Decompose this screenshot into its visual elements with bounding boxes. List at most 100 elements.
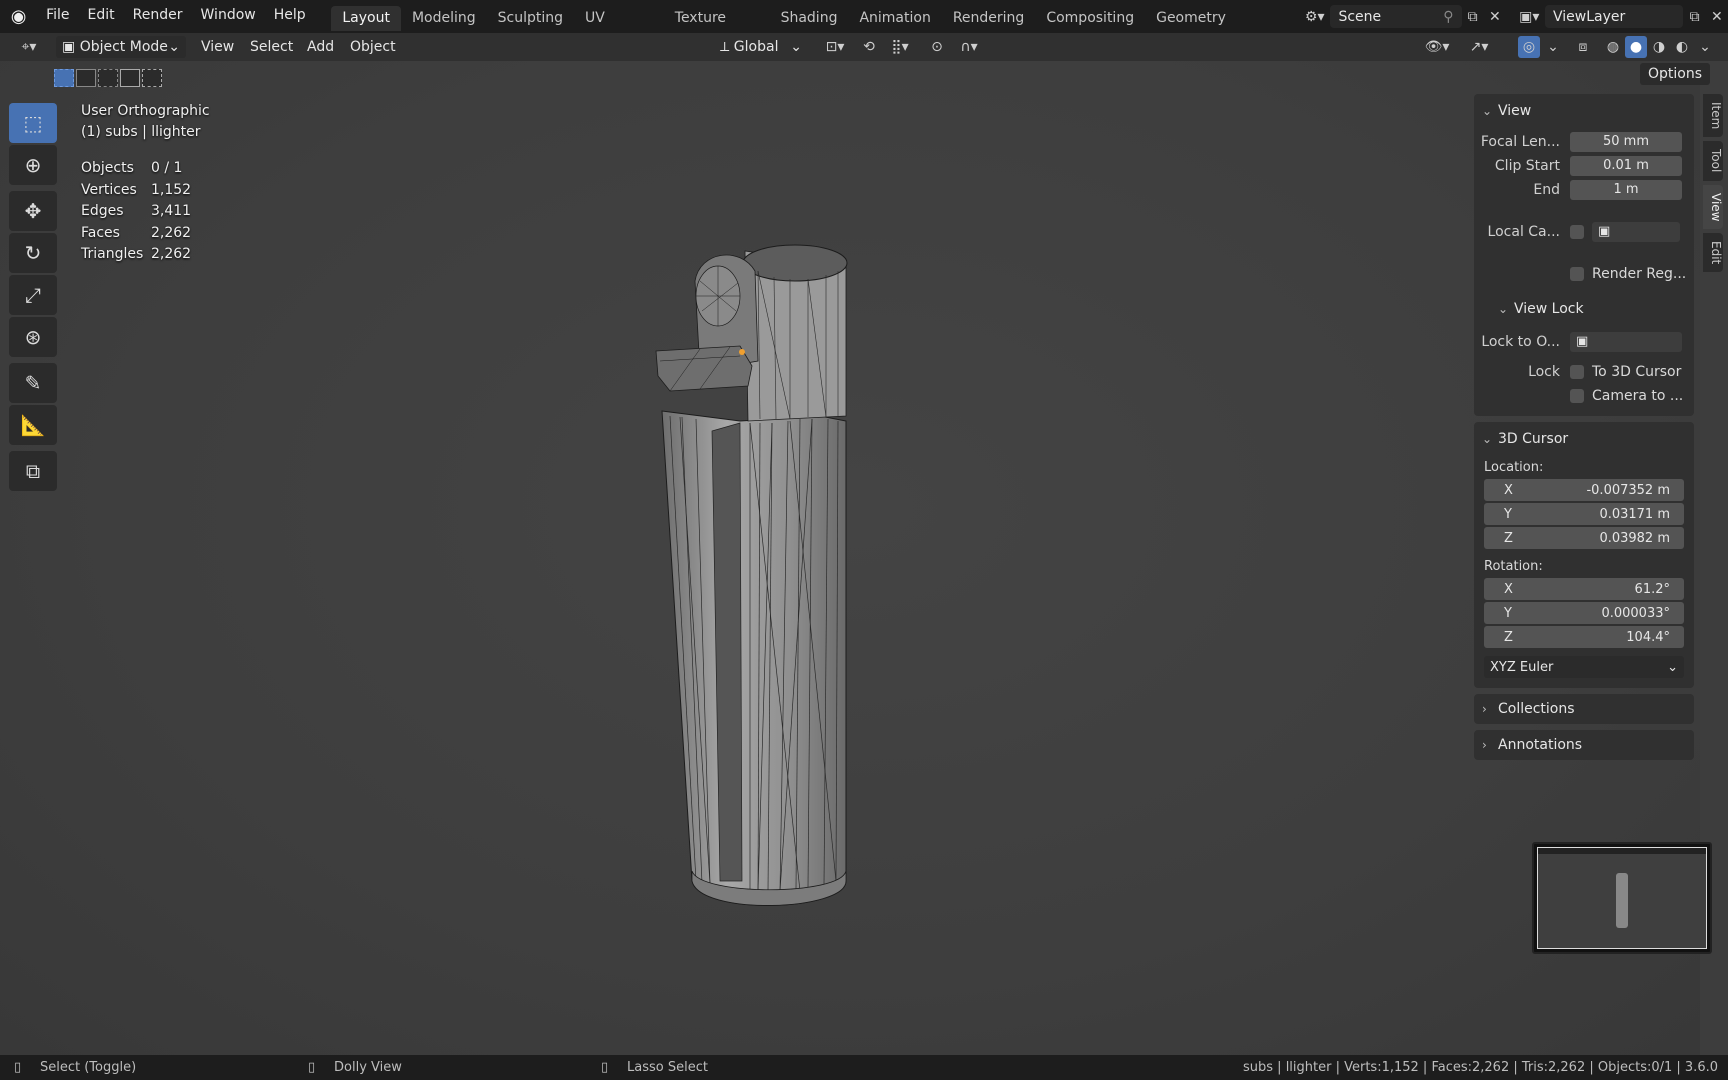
collections-header[interactable]: › Collections: [1474, 696, 1694, 722]
annotate-tool-icon[interactable]: ✎: [9, 363, 57, 403]
snap-target-icon[interactable]: ⣿▾: [882, 36, 918, 58]
tab-tool[interactable]: Tool: [1703, 141, 1723, 181]
cursor-location-y[interactable]: Y 0.03171 m: [1484, 503, 1684, 525]
axis-label: Y: [1504, 506, 1512, 522]
menu-view[interactable]: View: [195, 36, 240, 58]
view-lock-header[interactable]: ⌄ View Lock: [1474, 296, 1694, 322]
proportional-edit-icon[interactable]: ⊙: [926, 36, 948, 58]
viewlayer-selector-icon[interactable]: ▣▾: [1513, 5, 1545, 28]
cursor-panel-header[interactable]: ⌄ 3D Cursor: [1474, 426, 1694, 452]
tab-rendering[interactable]: Rendering: [942, 6, 1036, 31]
rotation-mode-select[interactable]: XYZ Euler ⌄: [1484, 656, 1684, 678]
tab-texture-paint[interactable]: Texture Paint: [664, 6, 770, 51]
cursor-location-z[interactable]: Z 0.03982 m: [1484, 527, 1684, 549]
tab-compositing[interactable]: Compositing: [1035, 6, 1145, 31]
menu-edit[interactable]: Edit: [79, 0, 124, 33]
menu-help[interactable]: Help: [265, 0, 315, 33]
scale-tool-icon[interactable]: ⤢: [9, 275, 57, 315]
material-shading-icon[interactable]: ◑: [1648, 36, 1670, 58]
tab-item[interactable]: Item: [1703, 94, 1723, 138]
lock-object-field[interactable]: ▣: [1570, 332, 1682, 352]
select-intersect-icon[interactable]: [142, 69, 162, 87]
chevron-right-icon: ›: [1482, 702, 1487, 716]
new-viewlayer-icon[interactable]: ⧉: [1683, 5, 1705, 28]
mode-selector[interactable]: ▣ Object Mode ⌄: [56, 36, 186, 58]
delete-scene-icon[interactable]: ✕: [1484, 5, 1506, 28]
select-invert-icon[interactable]: [120, 69, 140, 87]
camera-object-field[interactable]: ▣: [1592, 222, 1680, 242]
cursor-rotation-x[interactable]: X 61.2°: [1484, 578, 1684, 600]
tab-modeling[interactable]: Modeling: [401, 6, 487, 31]
menu-file[interactable]: File: [37, 0, 78, 33]
tab-geometry-nodes[interactable]: Geometry Nodes: [1145, 6, 1277, 51]
wireframe-shading-icon[interactable]: ◍: [1602, 36, 1624, 58]
focal-length-field[interactable]: 50 mm: [1570, 132, 1682, 152]
falloff-icon[interactable]: ∩▾: [952, 36, 986, 58]
add-cube-tool-icon[interactable]: ⧉: [9, 451, 57, 491]
editor-type-icon[interactable]: ⌖▾: [12, 36, 46, 58]
render-region-checkbox[interactable]: [1570, 267, 1584, 281]
lock-cursor-checkbox[interactable]: [1570, 365, 1584, 379]
blender-logo-icon[interactable]: ◉: [0, 5, 37, 28]
move-tool-icon[interactable]: ✥: [9, 191, 57, 231]
axis-label: X: [1504, 581, 1513, 597]
cursor-rotation-z[interactable]: Z 104.4°: [1484, 626, 1684, 648]
lock-camera-checkbox[interactable]: [1570, 389, 1584, 403]
transform-tool-icon[interactable]: ⊛: [9, 317, 57, 357]
options-button[interactable]: Options ⌄: [1640, 63, 1711, 104]
menu-object[interactable]: Object: [344, 36, 402, 58]
tab-edit[interactable]: Edit: [1703, 233, 1723, 273]
tab-animation[interactable]: Animation: [848, 6, 941, 31]
pivot-point-icon[interactable]: ⊡▾: [818, 36, 852, 58]
measure-tool-icon[interactable]: 📐: [9, 405, 57, 445]
select-extend-icon[interactable]: [76, 69, 96, 87]
menu-add[interactable]: Add: [301, 36, 340, 58]
delete-viewlayer-icon[interactable]: ✕: [1706, 5, 1728, 28]
tab-shading[interactable]: Shading: [770, 6, 849, 31]
viewlayer-field[interactable]: ViewLayer: [1545, 5, 1684, 28]
menu-select[interactable]: Select: [244, 36, 299, 58]
pin-icon[interactable]: ⚲: [1443, 9, 1453, 25]
3d-viewport[interactable]: Options ⌄ User Orthographic (1) subs | l…: [0, 61, 1712, 1055]
annotations-title: Annotations: [1498, 737, 1583, 753]
shading-dropdown-icon[interactable]: ⌄: [1694, 36, 1716, 58]
new-scene-icon[interactable]: ⧉: [1462, 5, 1484, 28]
local-camera-checkbox[interactable]: [1570, 225, 1584, 239]
rotate-tool-icon[interactable]: ↻: [9, 233, 57, 273]
gizmo-icon[interactable]: ↗▾: [1462, 36, 1496, 58]
orientation-selector[interactable]: ⟂ Global ⌄: [714, 36, 808, 58]
view-panel-header[interactable]: ⌄ View: [1474, 98, 1694, 124]
tab-sculpting[interactable]: Sculpting: [487, 6, 574, 31]
lock-camera-row: Camera to ...: [1474, 384, 1694, 408]
mode-label: Object Mode: [79, 39, 168, 55]
solid-shading-icon[interactable]: ●: [1625, 36, 1647, 58]
clip-end-field[interactable]: 1 m: [1570, 180, 1682, 200]
scene-field[interactable]: Scene ⚲: [1330, 5, 1462, 28]
menu-window[interactable]: Window: [192, 0, 265, 33]
cursor-tool-icon[interactable]: ⊕: [9, 145, 57, 185]
cursor-rotation-y[interactable]: Y 0.000033°: [1484, 602, 1684, 624]
annotations-header[interactable]: › Annotations: [1474, 732, 1694, 758]
visibility-icon[interactable]: 👁▾: [1420, 36, 1454, 58]
overlays-dropdown-icon[interactable]: ⌄: [1542, 36, 1564, 58]
tab-layout[interactable]: Layout: [331, 6, 401, 31]
cursor-location-x[interactable]: X -0.007352 m: [1484, 479, 1684, 501]
xray-icon[interactable]: ⧈: [1572, 36, 1594, 58]
annotations-panel[interactable]: › Annotations: [1474, 730, 1694, 760]
rendered-shading-icon[interactable]: ◐: [1671, 36, 1693, 58]
tab-uv-editing[interactable]: UV Editing: [574, 6, 664, 51]
preview-thumbnail: [1532, 842, 1712, 954]
clip-start-field[interactable]: 0.01 m: [1570, 156, 1682, 176]
rotation-mode-value: XYZ Euler: [1490, 659, 1554, 675]
select-new-icon[interactable]: [54, 69, 74, 87]
collections-panel[interactable]: › Collections: [1474, 694, 1694, 724]
select-subtract-icon[interactable]: [98, 69, 118, 87]
select-box-tool-icon[interactable]: ⬚: [9, 103, 57, 143]
snap-toggle-icon[interactable]: ⟲: [858, 36, 880, 58]
scene-selector-icon[interactable]: ⚙▾: [1299, 5, 1331, 28]
chevron-down-icon: ⌄: [1482, 432, 1493, 446]
overlays-icon[interactable]: ◎: [1518, 36, 1540, 58]
menu-render[interactable]: Render: [124, 0, 192, 33]
lighter-mesh[interactable]: [640, 191, 860, 931]
tab-view[interactable]: View: [1703, 184, 1723, 230]
